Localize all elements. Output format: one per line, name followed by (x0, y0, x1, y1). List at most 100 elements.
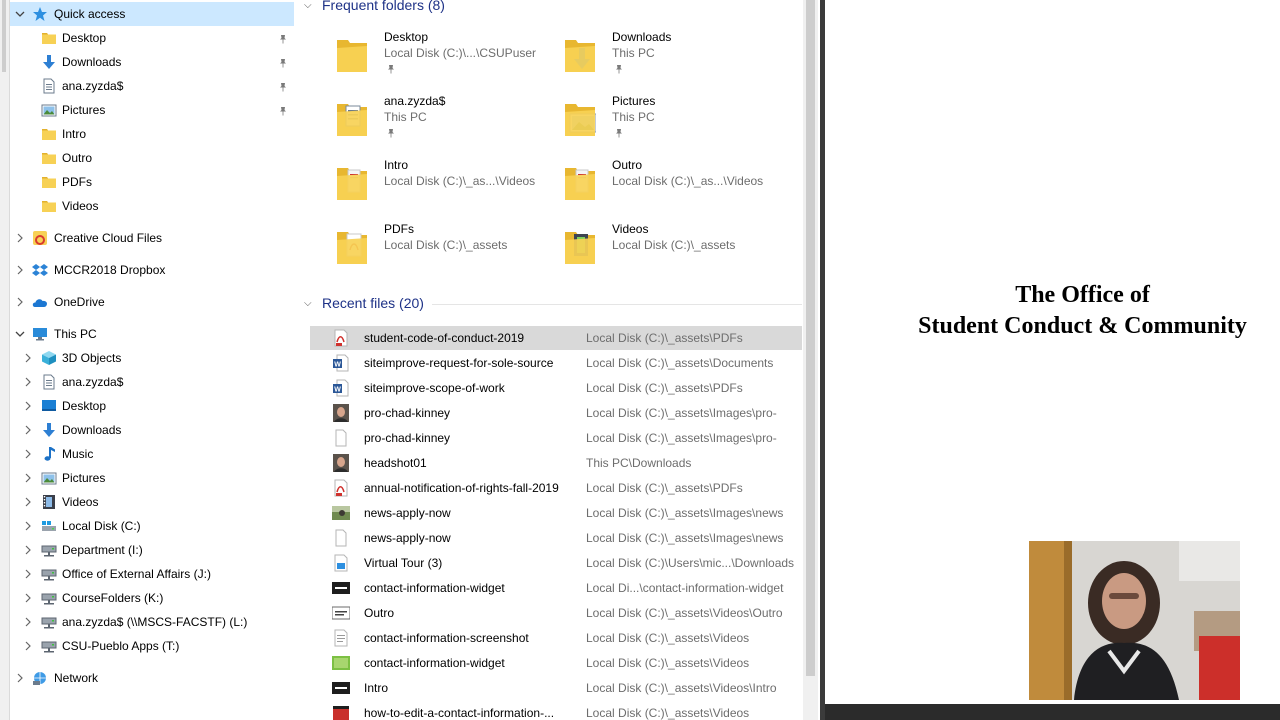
sidebar-item-pdfs[interactable]: PDFs (10, 170, 294, 194)
recent-file-row[interactable]: pro-chad-kinney Local Disk (C:)\_assets\I… (310, 401, 802, 425)
sidebar-item-videos[interactable]: Videos (10, 194, 294, 218)
photo-portrait-icon (332, 404, 350, 422)
chevron-right-icon[interactable] (22, 496, 34, 508)
sidebar-item-onedrive[interactable]: OneDrive (10, 290, 294, 314)
sidebar-item-ana-zyzda[interactable]: ana.zyzda$ (10, 370, 294, 394)
left-scrollbar[interactable] (0, 0, 10, 720)
recent-file-row[interactable]: Wsiteimprove-scope-of-work Local Disk (C:… (310, 376, 802, 400)
recent-file-row[interactable]: student-code-of-conduct-2019 Local Disk (… (310, 326, 802, 350)
sidebar-item-desktop[interactable]: Desktop (10, 394, 294, 418)
sidebar-item-videos[interactable]: Videos (10, 490, 294, 514)
frequent-folder-tile[interactable]: ana.zyzda$ This PC (296, 92, 516, 148)
sidebar-item-pictures[interactable]: Pictures (10, 466, 294, 490)
sidebar-item-creative-cloud-files[interactable]: Creative Cloud Files (10, 226, 294, 250)
sidebar-item-desktop[interactable]: Desktop (10, 26, 294, 50)
folder-icon (336, 226, 368, 266)
folder-icon (564, 34, 596, 74)
chevron-right-icon[interactable] (22, 544, 34, 556)
sidebar-item-mccr2018-dropbox[interactable]: MCCR2018 Dropbox (10, 258, 294, 282)
sidebar-item-intro[interactable]: Intro (10, 122, 294, 146)
chevron-right-icon[interactable] (22, 568, 34, 580)
chevron-right-icon[interactable] (22, 472, 34, 484)
chevron-right-icon[interactable] (22, 640, 34, 652)
recent-file-row[interactable]: Wsiteimprove-request-for-sole-source Loca… (310, 351, 802, 375)
pdf-file-icon (332, 329, 350, 347)
pin-icon[interactable] (386, 63, 394, 74)
pin-icon[interactable] (278, 33, 288, 44)
chevron-down-icon[interactable] (14, 8, 26, 20)
frequent-folder-tile[interactable]: Pictures This PC (524, 92, 744, 148)
recent-file-row[interactable]: pro-chad-kinney Local Disk (C:)\_assets\I… (310, 426, 802, 450)
file-location: Local Disk (C:)\Users\mic...\Downloads (586, 556, 795, 570)
pin-icon[interactable] (278, 81, 288, 92)
chevron-right-icon[interactable] (22, 400, 34, 412)
recent-file-row[interactable]: contact-information-screenshot Local Disk… (310, 626, 802, 650)
chevron-down-icon[interactable] (14, 328, 26, 340)
pin-icon[interactable] (614, 63, 622, 74)
chevron-right-icon[interactable] (22, 592, 34, 604)
frequent-folder-tile[interactable]: Desktop Local Disk (C:)\...\CSUPuser (296, 28, 536, 84)
left-scrollbar-thumb[interactable] (2, 0, 6, 72)
recent-file-row[interactable]: contact-information-widget Local Di...\co… (310, 576, 802, 600)
sidebar-item-ana-zyzda[interactable]: ana.zyzda$ (10, 74, 294, 98)
frequent-folder-tile[interactable]: PDFs Local Disk (C:)\_assets (296, 220, 516, 276)
chevron-right-icon[interactable] (22, 352, 34, 364)
chevron-right-icon[interactable] (14, 232, 26, 244)
sidebar-item-network[interactable]: Network (10, 666, 294, 690)
sidebar-item-this-pc[interactable]: This PC (10, 322, 294, 346)
sidebar-item-coursefolders-k[interactable]: CourseFolders (K:) (10, 586, 294, 610)
recent-file-row[interactable]: news-apply-now Local Disk (C:)\_assets\Im… (310, 501, 802, 525)
sidebar-item-3d-objects[interactable]: 3D Objects (10, 346, 294, 370)
recent-file-row[interactable]: how-to-edit-a-contact-information-... Loc… (310, 701, 802, 720)
sidebar-item-department-i[interactable]: Department (I:) (10, 538, 294, 562)
chevron-right-icon[interactable] (22, 424, 34, 436)
music-note-icon (41, 446, 57, 462)
file-name: student-code-of-conduct-2019 (364, 331, 525, 345)
recent-file-row[interactable]: annual-notification-of-rights-fall-2019 L… (310, 476, 802, 500)
folder-icon (336, 162, 368, 202)
recent-file-row[interactable]: news-apply-now Local Disk (C:)\_assets\Im… (310, 526, 802, 550)
sidebar-item-downloads[interactable]: Downloads (10, 50, 294, 74)
content-scrollbar[interactable] (803, 0, 818, 720)
frequent-folder-tile[interactable]: Outro Local Disk (C:)\_as...\Videos (524, 156, 763, 212)
sidebar-item-outro[interactable]: Outro (10, 146, 294, 170)
chevron-right-icon[interactable] (22, 520, 34, 532)
content-scrollbar-thumb[interactable] (806, 0, 815, 676)
chevron-right-icon[interactable] (22, 376, 34, 388)
pin-icon[interactable] (614, 127, 622, 138)
frequent-folder-tile[interactable]: Intro Local Disk (C:)\_as...\Videos (296, 156, 535, 212)
pin-icon[interactable] (278, 57, 288, 68)
sidebar-item-label: MCCR2018 Dropbox (54, 263, 166, 277)
chevron-down-icon[interactable]: ⌵ (304, 298, 314, 309)
chevron-right-icon[interactable] (22, 448, 34, 460)
sidebar-item-music[interactable]: Music (10, 442, 294, 466)
recent-file-row[interactable]: Intro Local Disk (C:)\_assets\Videos\Intr… (310, 676, 802, 700)
frequent-folder-tile[interactable]: Downloads This PC (524, 28, 744, 84)
recent-file-row[interactable]: Virtual Tour (3) Local Disk (C:)\Users\mi… (310, 551, 802, 575)
pin-icon[interactable] (278, 105, 288, 116)
chevron-right-icon[interactable] (14, 672, 26, 684)
chevron-down-icon[interactable]: ⌵ (304, 0, 314, 11)
sidebar-item-office-of-external-affairs-j[interactable]: Office of External Affairs (J:) (10, 562, 294, 586)
sidebar-item-csu-pueblo-apps-t[interactable]: CSU-Pueblo Apps (T:) (10, 634, 294, 658)
sidebar-item-local-disk-c[interactable]: Local Disk (C:) (10, 514, 294, 538)
presentation-bottom-bar (825, 704, 1280, 720)
sidebar-item-ana-zyzda-mscs-facstf-l[interactable]: ana.zyzda$ (\\MSCS-FACSTF) (L:) (10, 610, 294, 634)
chevron-right-icon[interactable] (14, 296, 26, 308)
folder-path: Local Disk (C:)\_assets (612, 238, 736, 252)
recent-file-row[interactable]: Outro Local Disk (C:)\_assets\Videos\Outr… (310, 601, 802, 625)
recent-file-row[interactable]: contact-information-widget Local Disk (C:… (310, 651, 802, 675)
sidebar-item-pictures[interactable]: Pictures (10, 98, 294, 122)
chevron-right-icon[interactable] (14, 264, 26, 276)
sidebar-item-label: Office of External Affairs (J:) (62, 567, 211, 581)
slide-title-line-1: The Office of (1015, 282, 1150, 308)
frequent-folder-tile[interactable]: Videos Local Disk (C:)\_assets (524, 220, 744, 276)
sidebar-item-downloads[interactable]: Downloads (10, 418, 294, 442)
recent-file-row[interactable]: headshot01 This PC\Downloads (310, 451, 802, 475)
file-location: Local Disk (C:)\_assets\PDFs (586, 331, 743, 345)
sidebar-item-quick-access[interactable]: Quick access (10, 2, 294, 26)
chevron-right-icon[interactable] (22, 616, 34, 628)
frequent-folders-header[interactable]: ⌵ Frequent folders (8) (304, 0, 445, 13)
recent-files-header[interactable]: ⌵ Recent files (20) (304, 295, 424, 311)
pin-icon[interactable] (386, 127, 394, 138)
